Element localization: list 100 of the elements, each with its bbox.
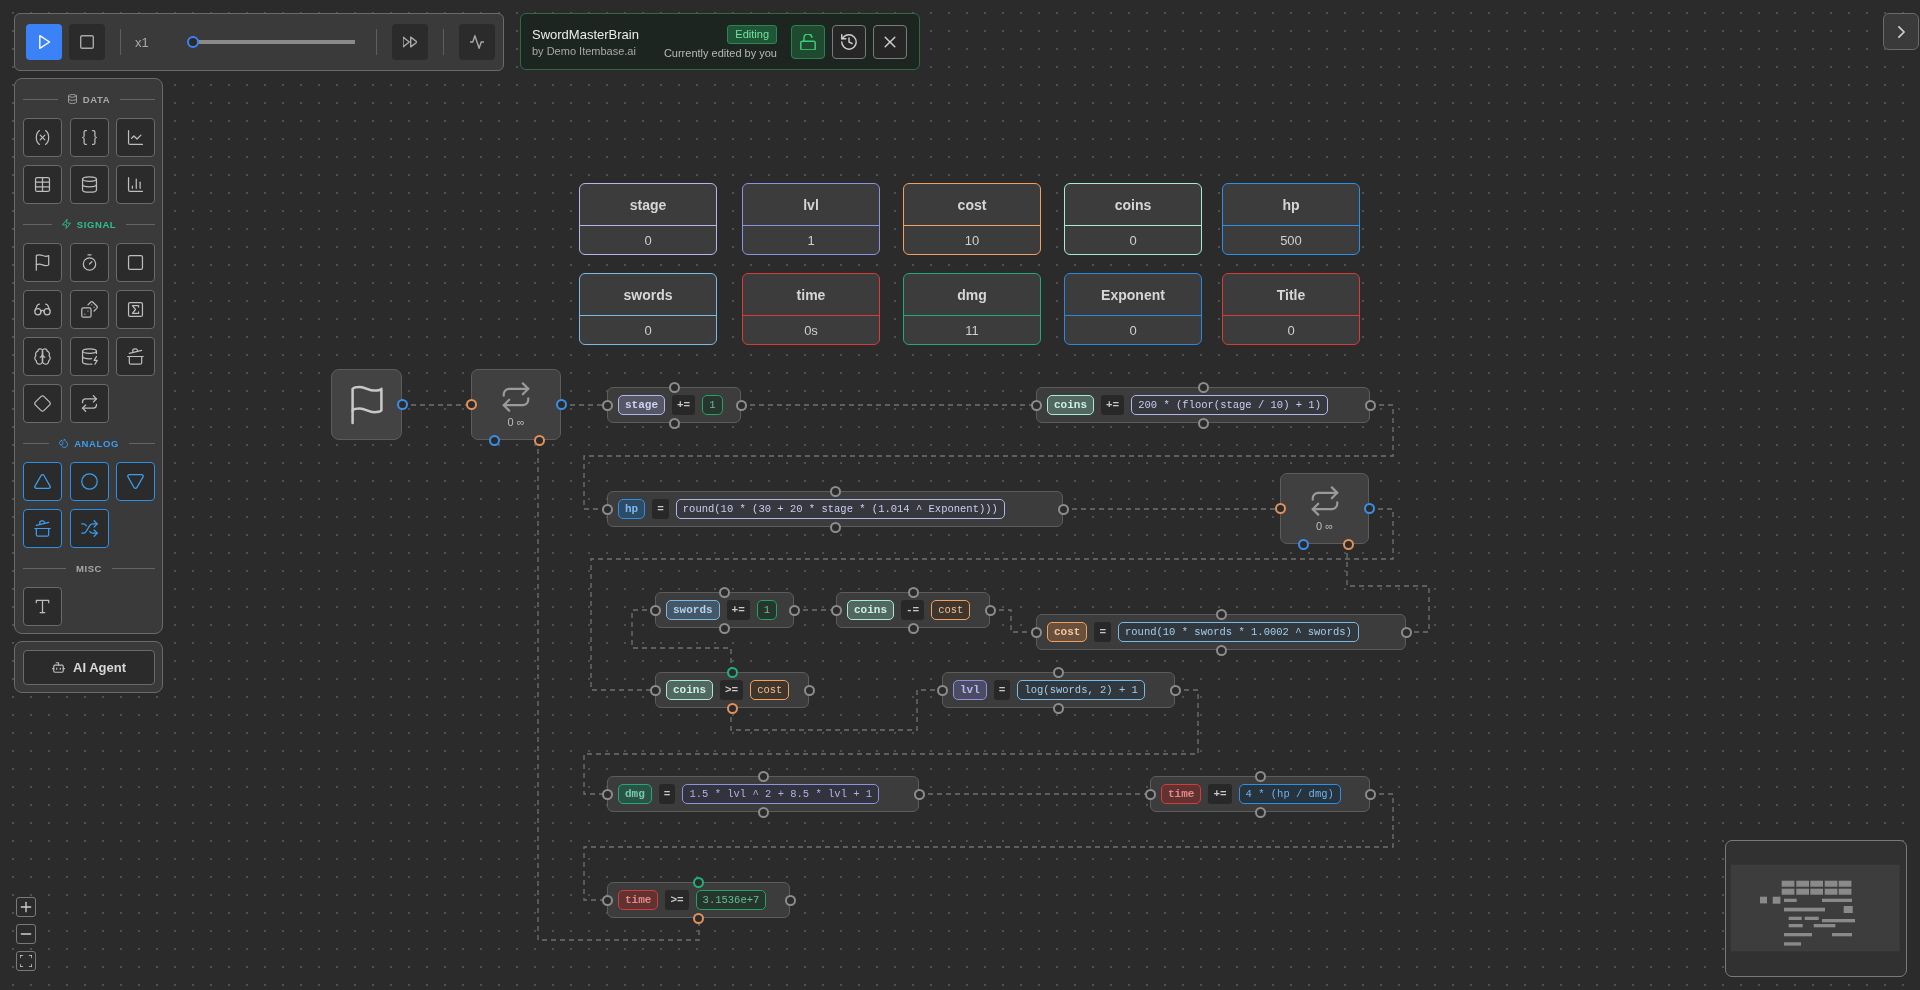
fast-forward-button[interactable] <box>392 24 428 60</box>
tool-button[interactable] <box>116 290 155 329</box>
ring-icon[interactable] <box>488 434 500 446</box>
ring-icon[interactable] <box>1030 626 1042 638</box>
ring-icon[interactable] <box>726 702 738 714</box>
fit-view-button[interactable] <box>16 951 36 971</box>
ring-icon[interactable] <box>1297 538 1309 550</box>
bar-chart-icon <box>127 176 144 193</box>
ring-icon[interactable] <box>913 788 925 800</box>
ring-icon[interactable] <box>533 434 545 446</box>
operator-chip: = <box>658 784 676 804</box>
ring-icon[interactable] <box>1169 684 1181 696</box>
ring-icon[interactable] <box>1363 503 1375 514</box>
tool-button[interactable] <box>69 509 109 548</box>
ring-icon[interactable] <box>693 876 704 888</box>
tool-button[interactable] <box>69 243 109 282</box>
ring-icon[interactable] <box>649 684 661 696</box>
tool-button[interactable] <box>69 337 109 376</box>
ring-icon[interactable] <box>1053 702 1064 714</box>
ring-icon[interactable] <box>396 399 408 410</box>
ring-icon[interactable] <box>1364 788 1376 800</box>
ring-icon[interactable] <box>1400 626 1412 638</box>
tool-button[interactable] <box>116 165 155 204</box>
expression-chip: round(10 * swords * 1.0002 ^ swords) <box>1118 622 1359 642</box>
unlock-button[interactable] <box>791 24 825 59</box>
tool-button[interactable] <box>116 462 155 501</box>
ring-icon[interactable] <box>465 399 477 410</box>
tool-button[interactable] <box>23 118 62 157</box>
ring-icon[interactable] <box>1197 417 1209 429</box>
minimap[interactable] <box>1725 840 1907 977</box>
tool-button[interactable] <box>69 384 109 423</box>
tool-button[interactable] <box>23 384 62 423</box>
ring-icon[interactable] <box>1215 608 1227 620</box>
ring-icon[interactable] <box>601 503 613 515</box>
ring-icon[interactable] <box>735 399 747 411</box>
ring-icon[interactable] <box>907 586 919 598</box>
ring-icon[interactable] <box>555 399 567 410</box>
ring-icon[interactable] <box>1057 503 1069 515</box>
ring-icon[interactable] <box>719 622 730 634</box>
pulse-icon <box>470 35 484 49</box>
tool-button[interactable] <box>116 337 155 376</box>
ring-icon[interactable] <box>1197 381 1209 393</box>
ring-icon[interactable] <box>719 586 730 598</box>
ring-icon[interactable] <box>757 770 769 782</box>
ring-icon[interactable] <box>1254 806 1266 818</box>
ring-icon[interactable] <box>829 521 841 533</box>
ring-icon[interactable] <box>803 684 815 696</box>
ai-agent-button[interactable]: AI Agent <box>23 650 155 685</box>
ring-icon[interactable] <box>1144 788 1156 800</box>
history-button[interactable] <box>832 24 866 59</box>
tool-button[interactable] <box>23 243 62 282</box>
tool-button[interactable] <box>23 290 62 329</box>
expand-panel-button[interactable] <box>1883 13 1919 50</box>
zoom-in-button[interactable] <box>16 897 36 917</box>
stop-button[interactable] <box>69 24 105 60</box>
ring-icon[interactable] <box>757 806 769 818</box>
ring-icon[interactable] <box>693 912 704 924</box>
stop-icon <box>80 35 94 49</box>
ring-icon[interactable] <box>668 381 680 393</box>
ring-icon[interactable] <box>936 684 948 696</box>
tool-button[interactable] <box>69 118 109 157</box>
ring-icon[interactable] <box>649 604 661 616</box>
tool-button[interactable] <box>116 243 155 282</box>
ring-icon[interactable] <box>829 485 841 497</box>
ring-icon[interactable] <box>784 894 796 906</box>
variable-name: time <box>743 274 879 316</box>
tool-button[interactable] <box>23 587 62 626</box>
ring-icon[interactable] <box>1215 644 1227 656</box>
tool-button[interactable] <box>23 337 62 376</box>
slider-thumb[interactable] <box>187 36 199 48</box>
speed-label: x1 <box>135 34 149 50</box>
ring-icon[interactable] <box>907 622 919 634</box>
tool-button[interactable] <box>69 290 109 329</box>
ring-icon[interactable] <box>830 604 842 616</box>
zoom-out-button[interactable] <box>16 924 36 944</box>
ring-icon[interactable] <box>788 604 800 616</box>
play-button[interactable] <box>26 24 62 60</box>
ring-icon[interactable] <box>1254 770 1266 782</box>
tool-button[interactable] <box>23 462 62 501</box>
unlock-icon <box>800 33 816 50</box>
ring-icon[interactable] <box>1342 538 1354 550</box>
tool-button[interactable] <box>23 165 62 204</box>
ring-icon[interactable] <box>1053 666 1064 678</box>
ring-icon[interactable] <box>601 894 613 906</box>
ring-icon[interactable] <box>984 604 996 616</box>
pulse-button[interactable] <box>459 24 495 60</box>
ring-icon[interactable] <box>1274 503 1286 514</box>
ring-icon[interactable] <box>726 666 738 678</box>
ring-icon[interactable] <box>601 788 613 800</box>
ring-icon[interactable] <box>668 417 680 429</box>
ring-icon[interactable] <box>1030 399 1042 411</box>
tool-button[interactable] <box>23 509 62 548</box>
tool-button[interactable] <box>69 462 109 501</box>
ring-icon[interactable] <box>1364 399 1376 411</box>
line-chart-icon <box>127 129 144 146</box>
close-button[interactable] <box>873 24 907 59</box>
variable-value: 0 <box>643 231 653 250</box>
tool-button[interactable] <box>69 165 109 204</box>
tool-button[interactable] <box>116 118 155 157</box>
ring-icon[interactable] <box>601 399 613 411</box>
